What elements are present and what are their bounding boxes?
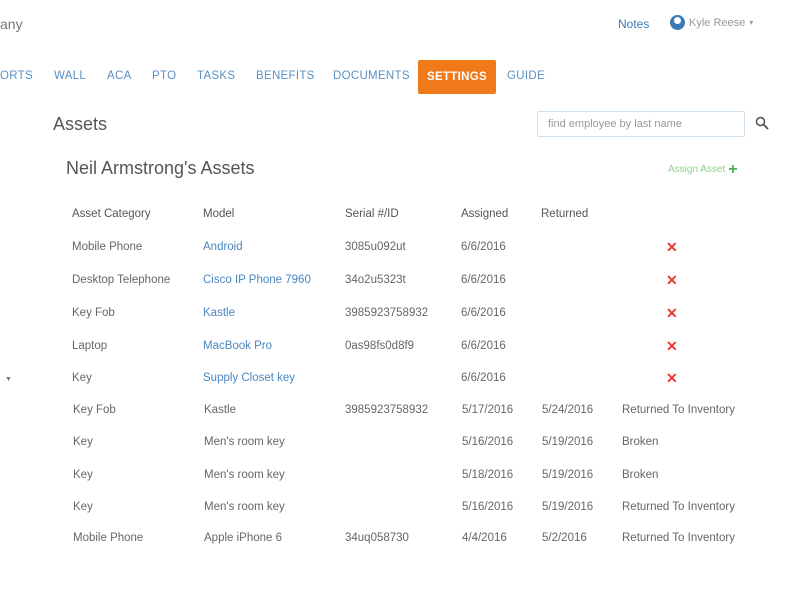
cell-model-link[interactable]: Kastle [203, 307, 235, 319]
cell-assigned: 4/4/2016 [462, 532, 507, 544]
table-row: Laptop MacBook Pro 0as98fs0d8f9 6/6/2016… [0, 338, 793, 372]
section-title: Neil Armstrong's Assets [66, 158, 255, 178]
table-row: Key Fob Kastle 3985923758932 5/17/2016 5… [0, 404, 793, 436]
nav-item-pto[interactable]: PTO [152, 70, 176, 82]
chevron-down-icon: ▾ [749, 18, 754, 27]
delete-icon[interactable]: ✕ [666, 338, 678, 354]
cell-model: Kastle [204, 404, 236, 416]
table-row: Key Men's room key 5/18/2016 5/19/2016 B… [0, 469, 793, 501]
cell-serial: 34o2u5323t [345, 274, 406, 286]
user-menu[interactable]: Kyle Reese ▾ [670, 15, 753, 30]
cell-status: Broken [622, 469, 659, 481]
column-header-returned: Returned [541, 208, 589, 220]
cell-returned: 5/24/2016 [542, 404, 594, 416]
cell-assigned: 5/17/2016 [462, 404, 514, 416]
column-header-assigned: Assigned [461, 208, 509, 220]
page-title: Assets [53, 114, 108, 134]
cell-category: Mobile Phone [73, 532, 144, 544]
table-row: Mobile Phone Android 3085u092ut 6/6/2016… [0, 239, 793, 273]
assign-asset-button[interactable]: Assign Asset + [668, 160, 738, 178]
nav-item-guide[interactable]: GUIDE [507, 70, 545, 82]
column-header-serial: Serial #/ID [345, 208, 399, 220]
column-header-category: Asset Category [72, 208, 151, 220]
user-avatar-icon [670, 15, 685, 30]
delete-icon[interactable]: ✕ [666, 370, 678, 386]
cell-model-link[interactable]: Supply Closet key [203, 372, 295, 384]
employee-search-input[interactable] [537, 111, 745, 137]
cell-status: Returned To Inventory [622, 532, 735, 544]
cell-model: Men's room key [204, 501, 285, 513]
user-name: Kyle Reese [689, 16, 746, 29]
cell-category: Mobile Phone [72, 241, 143, 253]
nav-item-tasks[interactable]: TASKS [197, 70, 235, 82]
main-nav: ORTS WALL ACA PTO TASKS BENEFITS DOCUMEN… [0, 60, 793, 94]
cell-serial: 3985923758932 [345, 307, 429, 319]
nav-item-reports[interactable]: ORTS [0, 70, 33, 82]
cell-status: Broken [622, 436, 659, 448]
cell-model: Men's room key [204, 436, 285, 448]
company-brand[interactable]: any [0, 16, 23, 32]
nav-item-benefits[interactable]: BENEFITS [256, 70, 315, 82]
cell-returned: 5/19/2016 [542, 469, 594, 481]
cell-category: Key Fob [72, 307, 115, 319]
cell-category: Laptop [72, 340, 108, 352]
cell-category: Key [73, 436, 93, 448]
cell-returned: 5/19/2016 [542, 436, 594, 448]
table-row: Key Men's room key 5/16/2016 5/19/2016 B… [0, 436, 793, 468]
cell-model-link[interactable]: Cisco IP Phone 7960 [203, 274, 311, 286]
table-row: Desktop Telephone Cisco IP Phone 7960 34… [0, 272, 793, 306]
cell-assigned: 6/6/2016 [461, 340, 506, 352]
notes-link[interactable]: Notes [618, 17, 649, 31]
cell-category: Key [73, 501, 93, 513]
cell-model-link[interactable]: Android [203, 241, 243, 253]
cell-serial: 3085u092ut [345, 241, 406, 253]
cell-assigned: 5/16/2016 [462, 436, 514, 448]
delete-icon[interactable]: ✕ [666, 272, 678, 288]
assign-asset-label: Assign Asset [668, 164, 726, 175]
cell-assigned: 5/16/2016 [462, 501, 514, 513]
cell-returned: 5/2/2016 [542, 532, 587, 544]
cell-assigned: 6/6/2016 [461, 241, 506, 253]
table-row: Key Fob Kastle 3985923758932 6/6/2016 ✕ [0, 305, 793, 339]
cell-category: Key [73, 469, 93, 481]
cell-model: Apple iPhone 6 [204, 532, 283, 544]
cell-assigned: 6/6/2016 [461, 372, 506, 384]
cell-serial: 34uq058730 [345, 532, 409, 544]
cell-assigned: 5/18/2016 [462, 469, 514, 481]
nav-item-aca[interactable]: ACA [107, 70, 132, 82]
table-row: Key Men's room key 5/16/2016 5/19/2016 R… [0, 501, 793, 533]
cell-status: Returned To Inventory [622, 501, 735, 513]
assets-page: any Notes Kyle Reese ▾ ORTS WALL ACA PTO… [0, 0, 793, 609]
table-row: ▼ Key Supply Closet key 6/6/2016 ✕ [0, 370, 793, 404]
cell-returned: 5/19/2016 [542, 501, 594, 513]
cell-category: Desktop Telephone [72, 274, 171, 286]
cell-model-link[interactable]: MacBook Pro [203, 340, 272, 352]
cell-assigned: 6/6/2016 [461, 274, 506, 286]
cell-assigned: 6/6/2016 [461, 307, 506, 319]
cell-model: Men's room key [204, 469, 285, 481]
delete-icon[interactable]: ✕ [666, 239, 678, 255]
row-expand-icon[interactable]: ▼ [5, 376, 12, 383]
column-header-model: Model [203, 208, 235, 220]
search-icon[interactable] [755, 116, 769, 130]
cell-category: Key Fob [73, 404, 116, 416]
cell-category: Key [72, 372, 92, 384]
nav-item-wall[interactable]: WALL [54, 70, 86, 82]
cell-status: Returned To Inventory [622, 404, 735, 416]
table-row: Mobile Phone Apple iPhone 6 34uq058730 4… [0, 532, 793, 564]
nav-item-documents[interactable]: DOCUMENTS [333, 70, 410, 82]
plus-icon: + [728, 160, 738, 178]
delete-icon[interactable]: ✕ [666, 305, 678, 321]
nav-item-settings[interactable]: SETTINGS [418, 60, 496, 94]
cell-serial: 0as98fs0d8f9 [345, 340, 415, 352]
cell-serial: 3985923758932 [345, 404, 429, 416]
